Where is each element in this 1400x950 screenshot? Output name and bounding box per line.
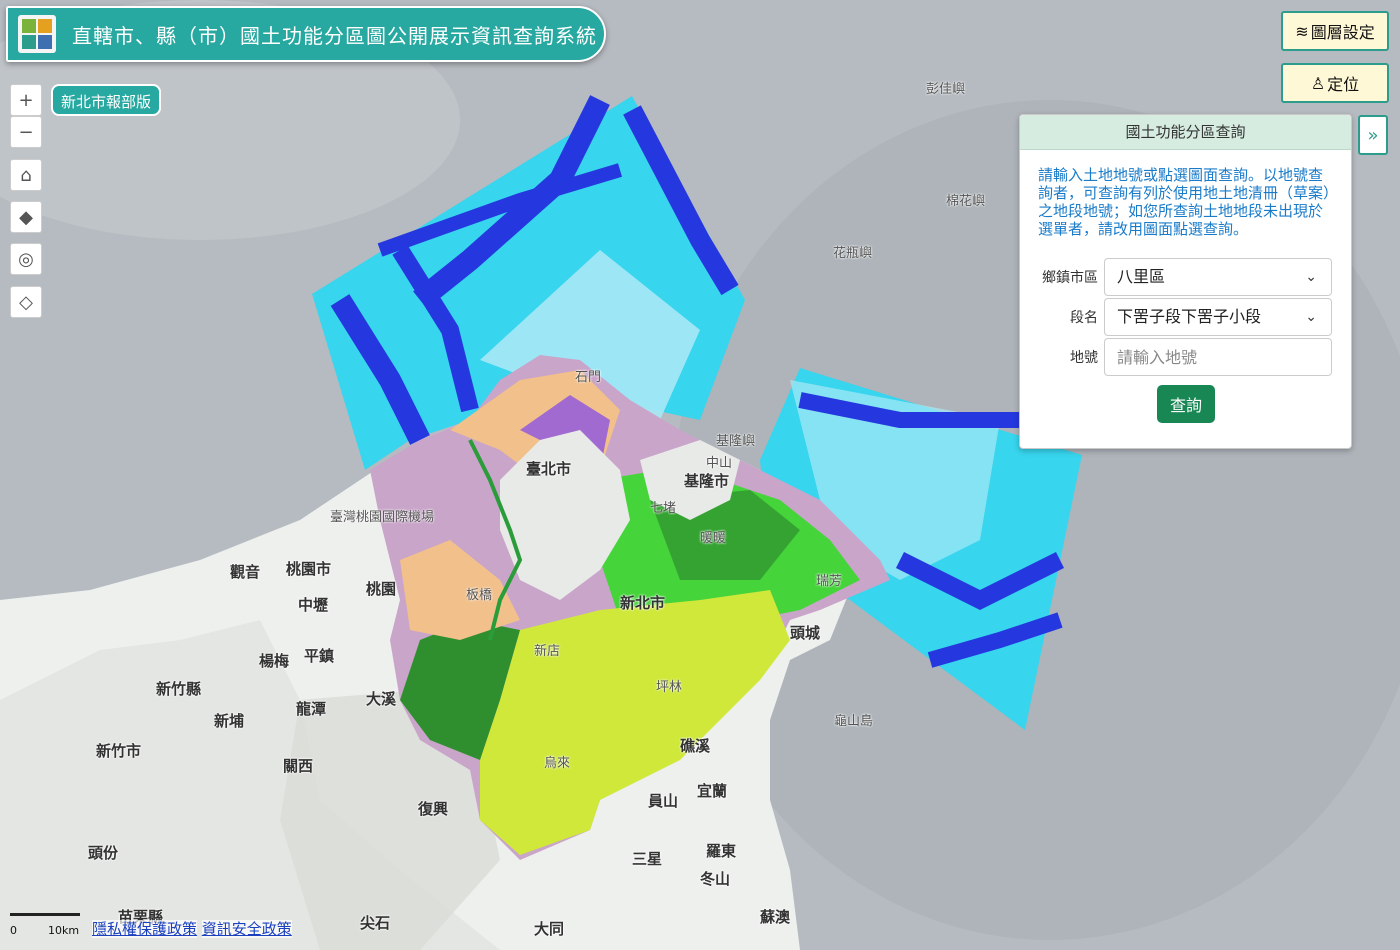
map-label: 新竹縣: [156, 680, 202, 698]
zone-query-panel: 國土功能分區查詢 請輸入土地地號或點選圖面查詢。以地號查詢者，可查詢有列於使用地…: [1019, 114, 1352, 449]
map-label: 彭佳嶼: [926, 82, 966, 97]
map-label: 臺北市: [526, 460, 572, 478]
section-label: 段名: [1070, 310, 1098, 326]
map-label: 大同: [534, 920, 565, 938]
map-label: 尖石: [360, 914, 391, 932]
chevron-down-icon: ⌄: [1305, 269, 1317, 285]
app-title: 直轄市、縣（市）國土功能分區圖公開展示資訊查詢系統: [72, 23, 597, 48]
map-label: 龍潭: [296, 700, 327, 718]
section-value: 下罟子段下罟子小段: [1117, 307, 1262, 326]
map-label: 頭份: [88, 844, 119, 862]
locate-label: 定位: [1327, 75, 1360, 94]
navigation-icon: ◎: [18, 248, 34, 270]
query-button[interactable]: 查詢: [1157, 385, 1215, 423]
map-label: 宜蘭: [697, 782, 728, 800]
map-label: 新竹市: [96, 742, 142, 760]
map-label: 平鎮: [304, 647, 335, 665]
home-icon: ⌂: [20, 164, 32, 186]
map-label: 板橋: [466, 588, 493, 603]
map-label: 新埔: [214, 712, 245, 730]
map-label: 坪林: [656, 680, 683, 695]
panel-instructions: 請輸入土地地號或點選圖面查詢。以地號查詢者，可查詢有列於使用地土地清冊（草案）之…: [1038, 166, 1331, 238]
map-label: 蘇澳: [760, 908, 791, 926]
district-label: 鄉鎮市區: [1042, 270, 1098, 286]
map-label: 楊梅: [259, 652, 290, 670]
map-label: 礁溪: [680, 737, 711, 755]
scale-bar: 0 10km: [10, 907, 80, 937]
layers-icon: ≋: [1295, 21, 1309, 41]
app-header: 直轄市、縣（市）國土功能分區圖公開展示資訊查詢系統: [6, 6, 606, 62]
map-label: 石門: [575, 370, 602, 385]
map-label: 三星: [632, 850, 663, 868]
collapse-panel-button[interactable]: »: [1358, 115, 1388, 155]
map-label: 棉花嶼: [946, 194, 986, 209]
layer-settings-label: 圖層設定: [1310, 23, 1375, 42]
footer-links: 隱私權保護政策 資訊安全政策: [92, 918, 292, 939]
eraser-button[interactable]: ◇: [10, 286, 42, 318]
edition-badge[interactable]: 新北市報部版: [51, 84, 162, 116]
map-label: 員山: [648, 792, 679, 810]
map-label: 關西: [283, 757, 314, 775]
panel-title: 國土功能分區查詢: [1020, 115, 1351, 150]
section-select[interactable]: 下罟子段下罟子小段 ⌄: [1104, 298, 1332, 336]
map-label: 瑞芳: [816, 574, 843, 589]
compass-button[interactable]: ◆: [10, 201, 42, 233]
home-button[interactable]: ⌂: [10, 159, 42, 191]
map-label: 桃園: [366, 580, 397, 598]
layer-settings-button[interactable]: ≋ 圖層設定: [1281, 11, 1389, 51]
lot-number-input[interactable]: [1104, 338, 1332, 376]
map-label: 冬山: [700, 870, 731, 888]
section-row: 段名 下罟子段下罟子小段 ⌄: [1020, 298, 1351, 338]
map-label: 龜山島: [834, 714, 874, 729]
map-label: 大溪: [366, 690, 397, 708]
zoom-out-button[interactable]: −: [10, 116, 42, 148]
map-label: 花瓶嶼: [833, 246, 873, 261]
locate-position-button[interactable]: ♙ 定位: [1281, 63, 1389, 103]
compass-icon: ◆: [19, 206, 33, 228]
map-label: 基隆嶼: [716, 434, 756, 449]
logo-icon: [18, 15, 56, 53]
map-label: 頭城: [790, 624, 821, 642]
map-label: 中壢: [298, 596, 329, 614]
map-label: 羅東: [706, 842, 737, 860]
map-label: 桃園市: [286, 560, 332, 578]
map-label: 烏來: [544, 756, 571, 771]
user-icon: ♙: [1310, 73, 1326, 93]
map-label: 新北市: [620, 594, 666, 612]
map-label: 復興: [418, 800, 449, 818]
plus-icon: +: [18, 89, 34, 111]
map-label: 新店: [534, 644, 561, 659]
map-label: 中山: [706, 456, 733, 471]
district-row: 鄉鎮市區 八里區 ⌄: [1020, 258, 1351, 298]
zoom-in-button[interactable]: +: [10, 84, 42, 116]
map-label: 暖暖: [700, 531, 727, 546]
minus-icon: −: [18, 121, 34, 143]
district-select[interactable]: 八里區 ⌄: [1104, 258, 1332, 296]
map-label: 七堵: [650, 501, 677, 516]
map-label: 臺灣桃園國際機場: [330, 510, 435, 525]
scale-zero: 0: [10, 924, 17, 937]
scale-distance: 10km: [48, 924, 80, 937]
district-value: 八里區: [1117, 267, 1166, 286]
double-chevron-right-icon: »: [1367, 124, 1379, 146]
security-policy-link[interactable]: 資訊安全政策: [201, 920, 292, 938]
map-label: 基隆市: [684, 472, 730, 490]
lot-label: 地號: [1070, 350, 1098, 366]
lot-row: 地號: [1020, 338, 1351, 378]
map-label: 觀音: [230, 563, 261, 581]
chevron-down-icon: ⌄: [1305, 309, 1317, 325]
locate-button[interactable]: ◎: [10, 243, 42, 275]
eraser-icon: ◇: [19, 291, 33, 313]
privacy-policy-link[interactable]: 隱私權保護政策: [92, 920, 198, 938]
